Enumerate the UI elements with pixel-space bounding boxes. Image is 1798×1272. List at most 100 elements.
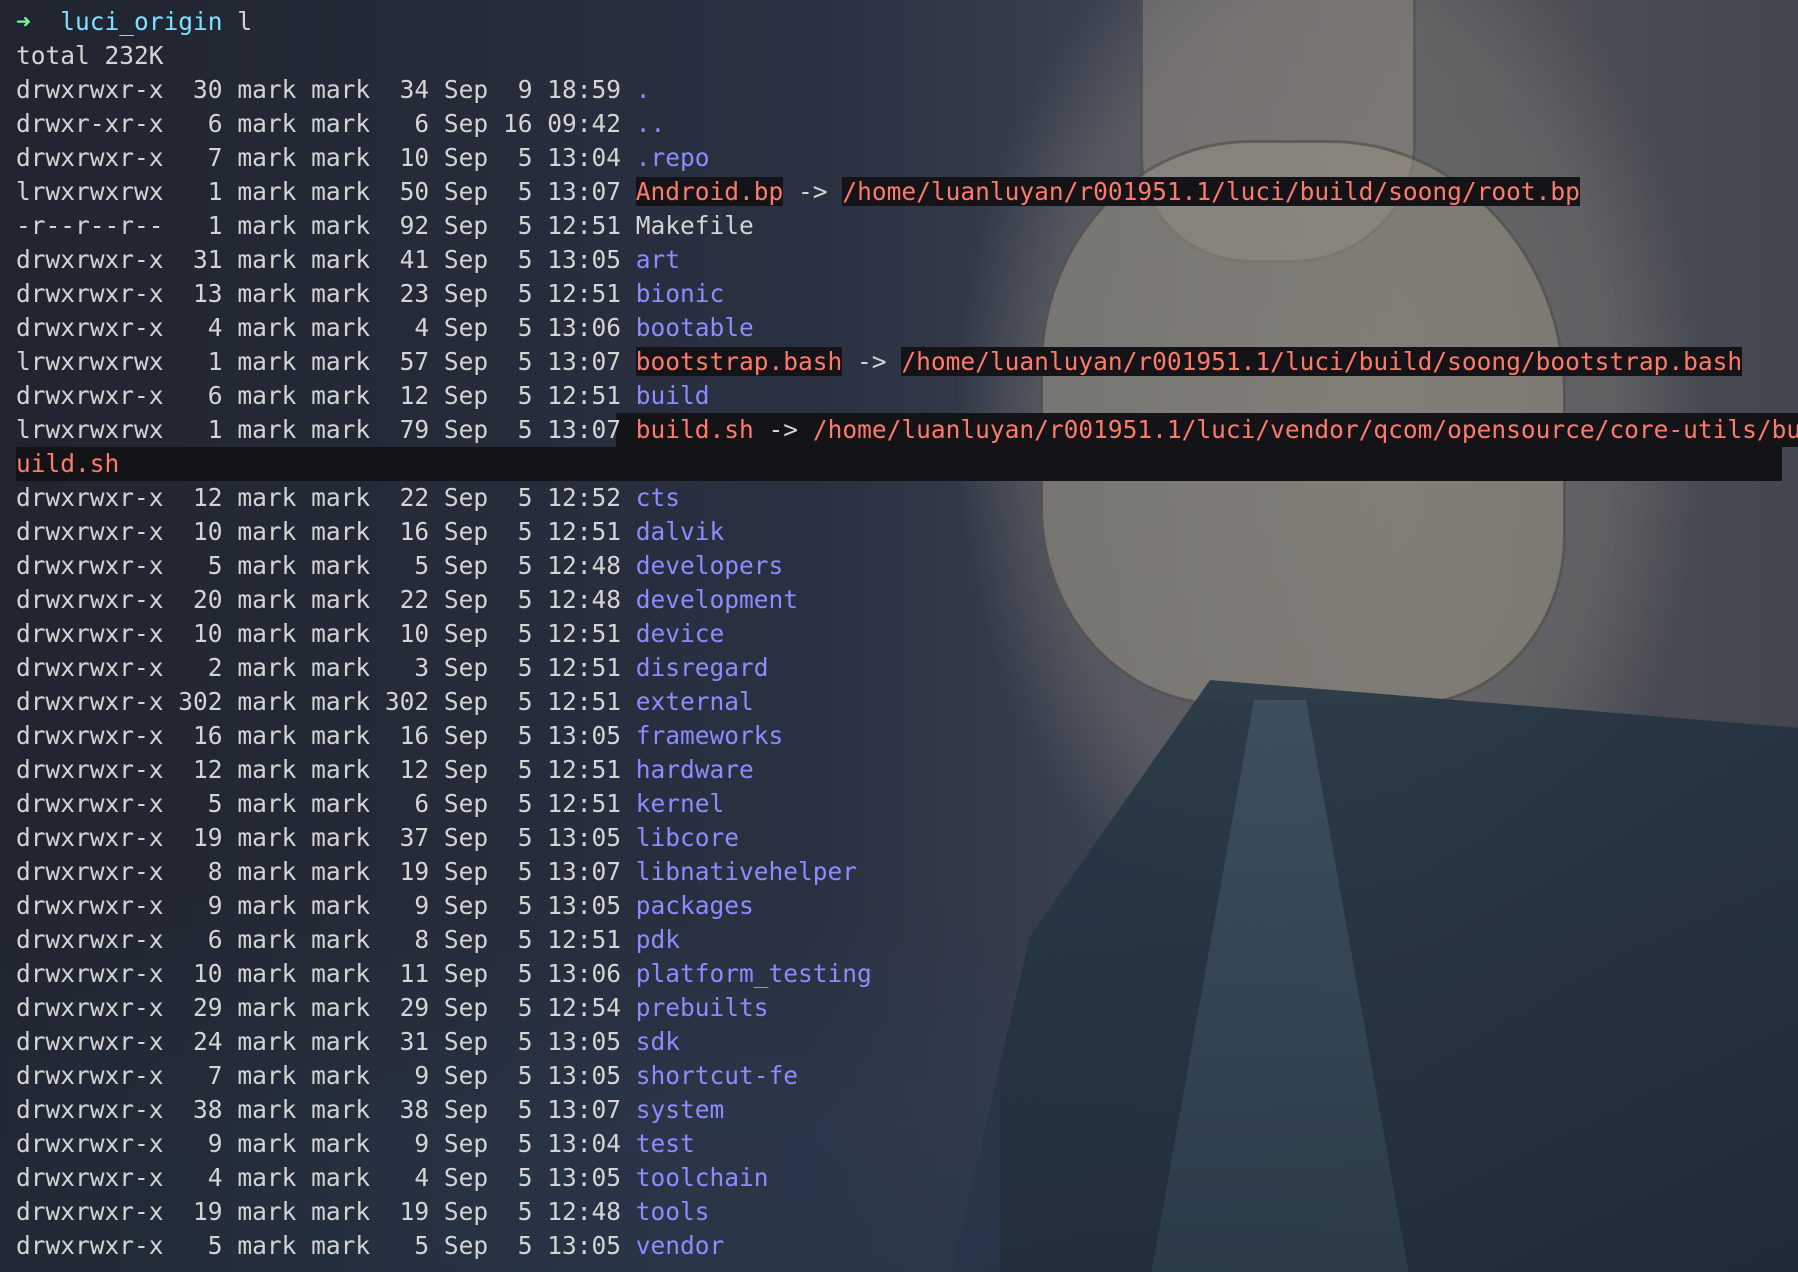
entry-permissions: drwxrwxr-x: [16, 823, 164, 852]
listing-row: drwxrwxr-x 8 mark mark 19 Sep 5 13:07 li…: [16, 855, 1798, 889]
entry-permissions: drwxrwxr-x: [16, 1095, 164, 1124]
entry-link-count: 7: [178, 143, 223, 172]
directory-name[interactable]: shortcut-fe: [636, 1061, 798, 1090]
directory-name[interactable]: hardware: [636, 755, 754, 784]
entry-size: 16: [384, 721, 430, 750]
listing-row: drwxrwxr-x 4 mark mark 4 Sep 5 13:05 too…: [16, 1161, 1798, 1195]
entry-permissions: drwxrwxr-x: [16, 517, 164, 546]
entry-day: 5: [502, 619, 533, 648]
directory-name[interactable]: .: [636, 75, 651, 104]
directory-name[interactable]: vendor: [636, 1231, 725, 1260]
entry-permissions: drwxrwxr-x: [16, 313, 164, 342]
entry-size: 23: [384, 279, 430, 308]
entry-owner: mark: [237, 857, 297, 886]
entry-permissions: drwxrwxr-x: [16, 1027, 164, 1056]
listing-row: -r--r--r-- 1 mark mark 92 Sep 5 12:51 Ma…: [16, 209, 1798, 243]
directory-name[interactable]: sdk: [636, 1027, 680, 1056]
directory-name[interactable]: platform_testing: [636, 959, 872, 988]
directory-name[interactable]: art: [636, 245, 680, 274]
entry-group: mark: [311, 1061, 371, 1090]
entry-time: 13:05: [547, 1231, 621, 1260]
directory-name[interactable]: bootable: [636, 313, 754, 342]
file-name[interactable]: Makefile: [636, 211, 754, 240]
entry-link-count: 30: [178, 75, 223, 104]
entry-owner: mark: [237, 109, 297, 138]
entry-group: mark: [311, 347, 371, 376]
directory-name[interactable]: bionic: [636, 279, 725, 308]
entry-day: 5: [502, 925, 533, 954]
entry-link-count: 9: [178, 1129, 223, 1158]
entry-owner: mark: [237, 619, 297, 648]
total-line: total 232K: [16, 41, 164, 70]
entry-day: 5: [502, 1095, 533, 1124]
directory-name[interactable]: ..: [636, 109, 666, 138]
directory-name[interactable]: pdk: [636, 925, 680, 954]
directory-name[interactable]: dalvik: [636, 517, 725, 546]
entry-group: mark: [311, 75, 371, 104]
directory-name[interactable]: kernel: [636, 789, 725, 818]
entry-time: 13:04: [547, 1129, 621, 1158]
entry-permissions: drwxrwxr-x: [16, 619, 164, 648]
directory-name[interactable]: device: [636, 619, 725, 648]
directory-name[interactable]: prebuilts: [636, 993, 769, 1022]
entry-permissions: drwxrwxr-x: [16, 755, 164, 784]
entry-link-count: 7: [178, 1061, 223, 1090]
entry-group: mark: [311, 823, 371, 852]
directory-name[interactable]: build: [636, 381, 710, 410]
listing-row: drwxrwxr-x 19 mark mark 19 Sep 5 12:48 t…: [16, 1195, 1798, 1229]
entry-owner: mark: [237, 1231, 297, 1260]
entry-owner: mark: [237, 721, 297, 750]
prompt-command: l: [237, 7, 253, 36]
terminal-output[interactable]: ➜ luci_origin l total 232K drwxrwxr-x 30…: [0, 0, 1798, 1272]
entry-owner: mark: [237, 993, 297, 1022]
entry-time: 13:05: [547, 245, 621, 274]
directory-name[interactable]: frameworks: [636, 721, 784, 750]
entry-day: 5: [502, 551, 533, 580]
directory-name[interactable]: test: [636, 1129, 695, 1158]
symlink-name[interactable]: build.sh: [635, 415, 754, 444]
directory-name[interactable]: cts: [636, 483, 680, 512]
entry-group: mark: [311, 245, 371, 274]
entry-day: 5: [502, 211, 533, 240]
entry-link-count: 20: [178, 585, 223, 614]
entry-time: 12:51: [547, 279, 621, 308]
directory-name[interactable]: libcore: [636, 823, 739, 852]
directory-name[interactable]: packages: [636, 891, 754, 920]
directory-name[interactable]: libnativehelper: [636, 857, 857, 886]
entry-month: Sep: [443, 789, 489, 818]
entry-permissions: drwxrwxr-x: [16, 925, 164, 954]
entry-size: 50: [384, 177, 430, 206]
entry-group: mark: [311, 1027, 371, 1056]
entry-group: mark: [311, 857, 371, 886]
directory-name[interactable]: disregard: [636, 653, 769, 682]
entry-link-count: 10: [178, 959, 223, 988]
listing-row: drwxr-xr-x 6 mark mark 6 Sep 16 09:42 ..: [16, 107, 1798, 141]
directory-name[interactable]: tools: [636, 1197, 710, 1226]
listing-row: lrwxrwxrwx 1 mark mark 50 Sep 5 13:07 An…: [16, 175, 1798, 209]
entry-owner: mark: [237, 653, 297, 682]
directory-name[interactable]: external: [636, 687, 754, 716]
entry-month: Sep: [443, 75, 489, 104]
entry-day: 5: [502, 721, 533, 750]
directory-name[interactable]: development: [636, 585, 798, 614]
entry-month: Sep: [443, 381, 489, 410]
entry-size: 19: [384, 1197, 430, 1226]
entry-group: mark: [311, 279, 371, 308]
entry-group: mark: [311, 585, 371, 614]
symlink-name[interactable]: bootstrap.bash: [635, 347, 843, 376]
symlink-name[interactable]: Android.bp: [635, 177, 784, 206]
entry-time: 12:51: [547, 381, 621, 410]
entry-day: 5: [502, 143, 533, 172]
entry-owner: mark: [237, 347, 297, 376]
entry-permissions: drwxrwxr-x: [16, 143, 164, 172]
entry-link-count: 12: [178, 755, 223, 784]
directory-name[interactable]: developers: [636, 551, 784, 580]
entry-size: 22: [384, 483, 430, 512]
directory-name[interactable]: .repo: [636, 143, 710, 172]
directory-name[interactable]: toolchain: [636, 1163, 769, 1192]
entry-size: 79: [384, 415, 430, 444]
entry-day: 5: [502, 381, 533, 410]
entry-link-count: 1: [178, 211, 223, 240]
directory-name[interactable]: system: [636, 1095, 725, 1124]
entry-time: 13:05: [547, 1163, 621, 1192]
